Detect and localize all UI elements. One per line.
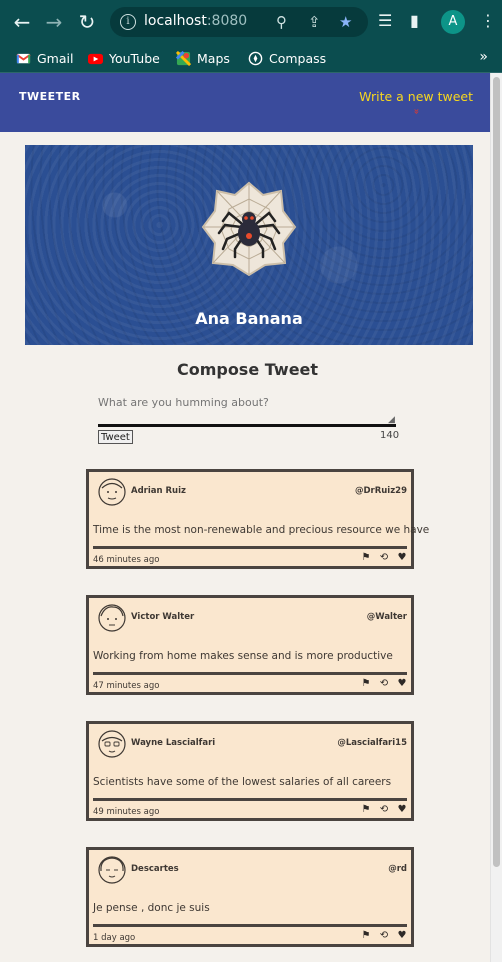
bookmark-youtube[interactable]: YouTube: [88, 48, 160, 68]
tweet-card: Wayne Lascialfari @Lascialfari15 Scienti…: [86, 721, 414, 821]
side-panel-icon[interactable]: ▮: [410, 11, 419, 30]
share-icon[interactable]: ⇪: [308, 13, 321, 31]
tweet-author-handle: @Lascialfari15: [337, 738, 407, 748]
compose-tweet-input[interactable]: [98, 396, 396, 427]
tweet-card: Adrian Ruiz @DrRuiz29 Time is the most n…: [86, 469, 429, 569]
user-avatar-icon: [98, 604, 126, 632]
bookmark-compass[interactable]: Compass: [248, 48, 326, 68]
profile-name: Ana Banana: [195, 309, 303, 328]
write-new-tweet-link[interactable]: Write a new tweet »: [359, 89, 473, 117]
bookmark-maps[interactable]: Maps: [176, 48, 230, 68]
reload-icon[interactable]: ↻: [75, 10, 99, 34]
browser-menu-icon[interactable]: ⋮: [480, 11, 496, 30]
heart-icon[interactable]: ♥: [397, 931, 407, 941]
tweet-timestamp: 1 day ago: [93, 933, 136, 943]
flag-icon[interactable]: ⚑: [361, 931, 371, 941]
tweet-actions: ⚑ ⟲ ♥: [361, 805, 407, 815]
user-avatar-icon: [98, 730, 126, 758]
tweet-divider: [93, 672, 407, 675]
tweet-author-handle: @DrRuiz29: [354, 486, 407, 496]
tweet-author-name: Adrian Ruiz: [131, 486, 186, 496]
tweet-text: Working from home makes sense and is mor…: [93, 650, 393, 662]
compose-title: Compose Tweet: [176, 360, 319, 379]
gmail-icon: [16, 53, 31, 63]
forward-icon[interactable]: →: [42, 10, 66, 34]
bookmark-star-icon[interactable]: ★: [339, 13, 352, 31]
tweet-button[interactable]: Tweet: [98, 430, 133, 444]
flag-icon[interactable]: ⚑: [361, 679, 371, 689]
more-bookmarks-icon[interactable]: »: [479, 49, 488, 65]
logo[interactable]: TWEETER: [19, 90, 81, 103]
tweet-timestamp: 47 minutes ago: [93, 681, 160, 691]
page-scrollbar[interactable]: [490, 73, 502, 962]
youtube-icon: [88, 53, 103, 64]
tweet-text: Time is the most non-renewable and preci…: [93, 524, 430, 536]
tweet-actions: ⚑ ⟲ ♥: [361, 553, 407, 563]
heart-icon[interactable]: ♥: [397, 553, 407, 563]
scrollbar-thumb[interactable]: [493, 77, 500, 867]
profile-avatar-button[interactable]: A: [441, 10, 465, 34]
user-avatar-icon: [98, 478, 126, 506]
retweet-icon[interactable]: ⟲: [379, 553, 389, 563]
tweet-card: Victor Walter @Walter Working from home …: [86, 595, 414, 695]
maps-icon: [176, 50, 191, 66]
heart-icon[interactable]: ♥: [397, 805, 407, 815]
site-info-icon[interactable]: i: [120, 14, 136, 30]
compass-icon: [248, 51, 263, 65]
back-icon[interactable]: ←: [10, 10, 34, 34]
tweet-author-name: Descartes: [131, 864, 179, 874]
tweet-divider: [93, 924, 407, 927]
reading-list-icon[interactable]: ☰: [378, 11, 392, 30]
app-header: TWEETER Write a new tweet »: [0, 73, 491, 132]
bookmarks-bar: Gmail YouTube Maps Compass »: [0, 44, 502, 73]
resize-grip-icon[interactable]: ◢: [388, 415, 395, 425]
retweet-icon[interactable]: ⟲: [379, 805, 389, 815]
tweet-actions: ⚑ ⟲ ♥: [361, 931, 407, 941]
zoom-icon[interactable]: ⚲: [276, 13, 287, 31]
heart-icon[interactable]: ♥: [397, 679, 407, 689]
tweet-divider: [93, 546, 407, 549]
tweet-author-name: Wayne Lascialfari: [131, 738, 216, 748]
character-counter: 140: [380, 430, 400, 441]
retweet-icon[interactable]: ⟲: [379, 679, 389, 689]
retweet-icon[interactable]: ⟲: [379, 931, 389, 941]
tweet-text: Je pense , donc je suis: [93, 902, 210, 914]
profile-banner: Ana Banana: [25, 145, 473, 345]
tweet-divider: [93, 798, 407, 801]
flag-icon[interactable]: ⚑: [361, 553, 371, 563]
bookmark-gmail[interactable]: Gmail: [16, 48, 73, 68]
tweet-author-handle: @rd: [388, 864, 407, 874]
tweet-author-handle: @Walter: [366, 612, 407, 622]
tweet-card: Descartes @rd Je pense , donc je suis 1 …: [86, 847, 414, 947]
user-avatar-icon: [98, 856, 126, 884]
tweet-timestamp: 49 minutes ago: [93, 807, 160, 817]
browser-toolbar: ← → ↻ i localhost:8080 ⚲ ⇪ ★ ☰ ▮ A ⋮: [0, 0, 502, 44]
spider-web-avatar-icon: [201, 181, 297, 277]
tweet-timestamp: 46 minutes ago: [93, 555, 160, 565]
tweet-actions: ⚑ ⟲ ♥: [361, 679, 407, 689]
tweet-text: Scientists have some of the lowest salar…: [93, 776, 392, 788]
url-text[interactable]: localhost:8080: [144, 13, 247, 29]
flag-icon[interactable]: ⚑: [361, 805, 371, 815]
tweet-author-name: Victor Walter: [131, 612, 195, 622]
address-bar[interactable]: i localhost:8080 ⚲ ⇪ ★: [110, 7, 368, 37]
